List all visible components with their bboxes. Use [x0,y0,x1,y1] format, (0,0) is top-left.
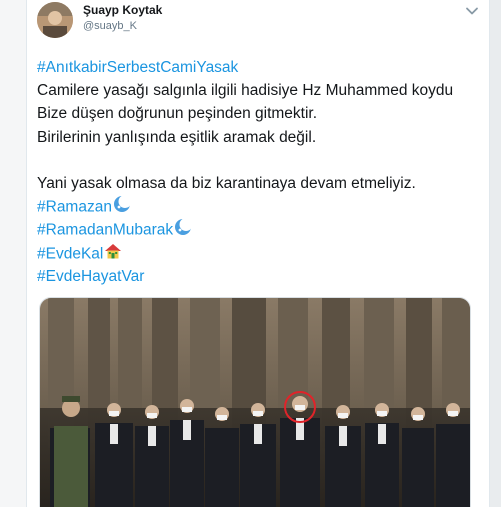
tweet-photo[interactable] [39,297,471,507]
author-handle[interactable]: @suayb_K [83,20,137,32]
text-line-1: Camilere yasağı salgınla ilgili hadisiye… [37,82,454,100]
chevron-down-icon[interactable] [465,4,479,18]
tweet-text: #AnıtkabirSerbestCamiYasak Camilere yasa… [37,56,477,288]
crescent-moon-emoji-icon [174,218,193,243]
text-line-2: Bize düşen doğrunun peşinden gitmektir. [37,105,318,123]
ceremony-photo-image [40,298,470,507]
text-line-4: Yani yasak olmasa da biz karantinaya dev… [37,174,416,192]
hashtag-anitkabir[interactable]: #AnıtkabirSerbestCamiYasak [37,59,238,76]
hashtag-ramadan-mubarak[interactable]: #RamadanMubarak [37,222,173,239]
hashtag-evdekal[interactable]: #EvdeKal [37,245,103,262]
avatar[interactable] [37,2,73,38]
house-emoji-icon [104,242,122,267]
crescent-moon-emoji-icon [113,195,132,220]
left-gutter [0,0,26,507]
text-line-3: Birilerinin yanlışında eşitlik aramak de… [37,128,317,146]
tweet-card: Şuayp Koytak @suayb_K #AnıtkabirSerbestC… [26,0,490,507]
hashtag-ramazan[interactable]: #Ramazan [37,199,112,216]
hashtag-evdehayatvar[interactable]: #EvdeHayatVar [37,268,144,285]
author-name[interactable]: Şuayp Koytak [83,3,162,17]
